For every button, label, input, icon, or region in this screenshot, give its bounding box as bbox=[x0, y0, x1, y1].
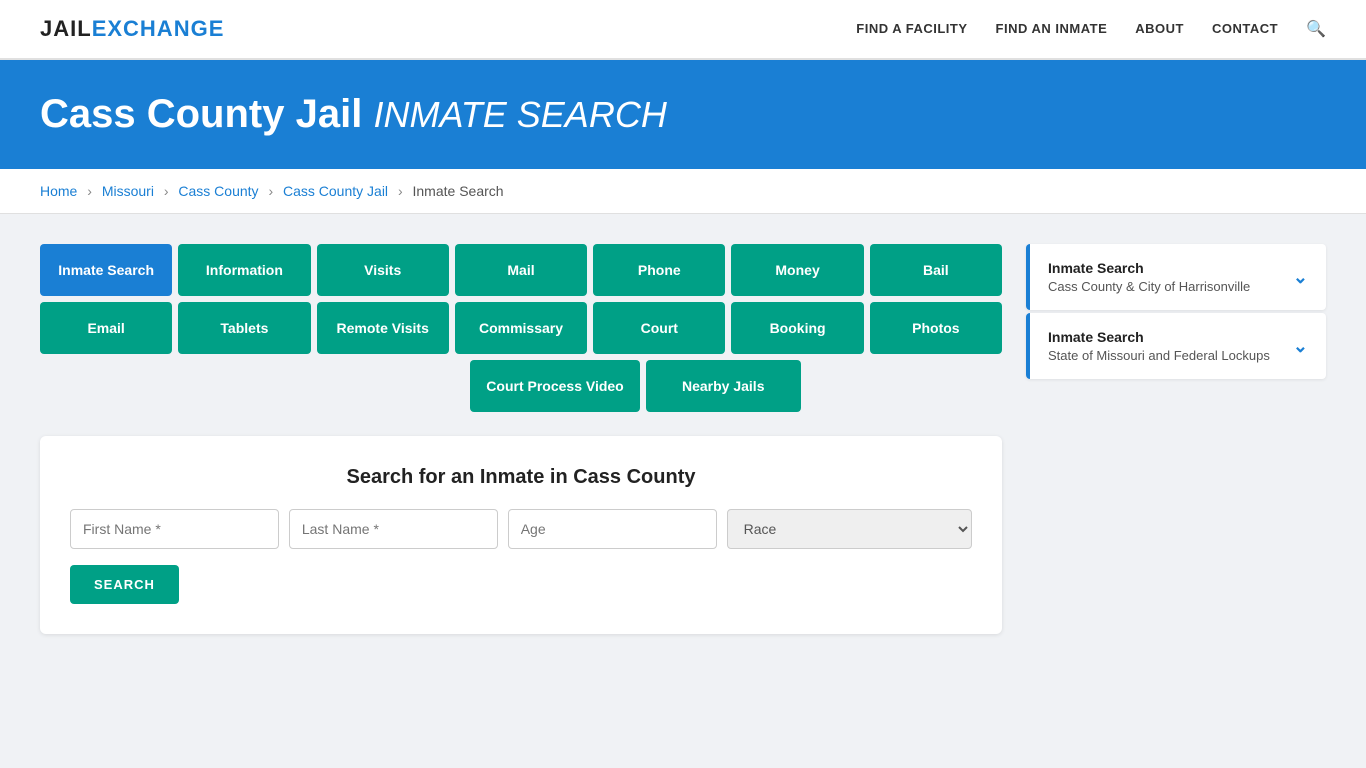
search-button[interactable]: SEARCH bbox=[70, 565, 179, 604]
breadcrumb-missouri[interactable]: Missouri bbox=[102, 183, 154, 199]
sidebar-card-2-title: Inmate Search State of Missouri and Fede… bbox=[1048, 329, 1270, 363]
sidebar-card-2-header[interactable]: Inmate Search State of Missouri and Fede… bbox=[1026, 313, 1326, 379]
sidebar-card-2-main-title: Inmate Search bbox=[1048, 329, 1270, 345]
sidebar-card-1-header[interactable]: Inmate Search Cass County & City of Harr… bbox=[1026, 244, 1326, 310]
breadcrumb-sep-1: › bbox=[87, 183, 92, 199]
tab-photos[interactable]: Photos bbox=[870, 302, 1002, 354]
breadcrumb: Home › Missouri › Cass County › Cass Cou… bbox=[0, 169, 1366, 214]
tab-email[interactable]: Email bbox=[40, 302, 172, 354]
tab-nearby-jails[interactable]: Nearby Jails bbox=[646, 360, 801, 412]
breadcrumb-current: Inmate Search bbox=[413, 183, 504, 199]
tab-court-process-video[interactable]: Court Process Video bbox=[470, 360, 639, 412]
main-content: Inmate Search Information Visits Mail Ph… bbox=[0, 214, 1366, 664]
tab-phone[interactable]: Phone bbox=[593, 244, 725, 296]
search-title: Search for an Inmate in Cass County bbox=[70, 466, 972, 489]
tabs-row-2: Email Tablets Remote Visits Commissary C… bbox=[40, 302, 1002, 354]
breadcrumb-cass-county[interactable]: Cass County bbox=[178, 183, 258, 199]
tab-commissary[interactable]: Commissary bbox=[455, 302, 587, 354]
tab-booking[interactable]: Booking bbox=[731, 302, 863, 354]
breadcrumb-cass-county-jail[interactable]: Cass County Jail bbox=[283, 183, 388, 199]
nav-find-facility[interactable]: FIND A FACILITY bbox=[856, 20, 967, 38]
sidebar-card-1-title: Inmate Search Cass County & City of Harr… bbox=[1048, 260, 1250, 294]
tab-bail[interactable]: Bail bbox=[870, 244, 1002, 296]
logo: JAILEXCHANGE bbox=[40, 16, 224, 42]
sidebar-card-1-sub-title: Cass County & City of Harrisonville bbox=[1048, 279, 1250, 294]
first-name-input[interactable] bbox=[70, 509, 279, 549]
sidebar-card-2: Inmate Search State of Missouri and Fede… bbox=[1026, 313, 1326, 379]
age-input[interactable] bbox=[508, 509, 717, 549]
search-fields: Race White Black Hispanic Asian Other bbox=[70, 509, 972, 549]
nav-contact[interactable]: CONTACT bbox=[1212, 20, 1278, 38]
sidebar-card-1: Inmate Search Cass County & City of Harr… bbox=[1026, 244, 1326, 310]
nav-about[interactable]: ABOUT bbox=[1135, 20, 1184, 38]
logo-part1: JAIL bbox=[40, 16, 92, 41]
tabs-row-3: Court Process Video Nearby Jails bbox=[40, 360, 1002, 412]
left-column: Inmate Search Information Visits Mail Ph… bbox=[40, 244, 1002, 634]
chevron-down-icon-2: ⌄ bbox=[1293, 336, 1308, 357]
page-title: Cass County Jail INMATE SEARCH bbox=[40, 92, 1326, 137]
race-select[interactable]: Race White Black Hispanic Asian Other bbox=[727, 509, 972, 549]
chevron-down-icon-1: ⌄ bbox=[1293, 267, 1308, 288]
logo-part2: EXCHANGE bbox=[92, 16, 225, 41]
breadcrumb-home[interactable]: Home bbox=[40, 183, 77, 199]
page-title-main: Cass County Jail bbox=[40, 92, 362, 136]
tabs-row-1: Inmate Search Information Visits Mail Ph… bbox=[40, 244, 1002, 296]
sidebar-card-1-main-title: Inmate Search bbox=[1048, 260, 1250, 276]
nav-search-icon[interactable]: 🔍 bbox=[1306, 19, 1326, 39]
tab-tablets[interactable]: Tablets bbox=[178, 302, 310, 354]
tab-money[interactable]: Money bbox=[731, 244, 863, 296]
breadcrumb-sep-2: › bbox=[164, 183, 169, 199]
navbar: JAILEXCHANGE FIND A FACILITY FIND AN INM… bbox=[0, 0, 1366, 60]
page-title-italic: INMATE SEARCH bbox=[373, 94, 666, 135]
breadcrumb-sep-4: › bbox=[398, 183, 403, 199]
tab-inmate-search[interactable]: Inmate Search bbox=[40, 244, 172, 296]
tab-mail[interactable]: Mail bbox=[455, 244, 587, 296]
last-name-input[interactable] bbox=[289, 509, 498, 549]
tab-court[interactable]: Court bbox=[593, 302, 725, 354]
breadcrumb-sep-3: › bbox=[268, 183, 273, 199]
hero-banner: Cass County Jail INMATE SEARCH bbox=[0, 60, 1366, 169]
sidebar-card-2-sub-title: State of Missouri and Federal Lockups bbox=[1048, 348, 1270, 363]
tab-visits[interactable]: Visits bbox=[317, 244, 449, 296]
search-box: Search for an Inmate in Cass County Race… bbox=[40, 436, 1002, 634]
tab-remote-visits[interactable]: Remote Visits bbox=[317, 302, 449, 354]
nav-find-inmate[interactable]: FIND AN INMATE bbox=[996, 20, 1108, 38]
nav-links: FIND A FACILITY FIND AN INMATE ABOUT CON… bbox=[856, 19, 1326, 39]
tab-information[interactable]: Information bbox=[178, 244, 310, 296]
right-sidebar: Inmate Search Cass County & City of Harr… bbox=[1026, 244, 1326, 634]
